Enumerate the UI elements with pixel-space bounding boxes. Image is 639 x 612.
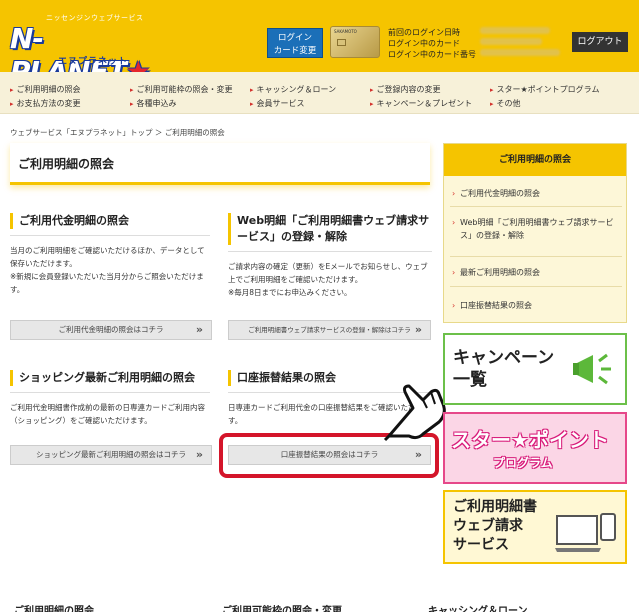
campaign-banner-text: キャンペーン 一覧	[453, 348, 555, 390]
sidebar-menu: ご利用明細の照会 ご利用代金明細の照会 Web明細「ご利用明細書ウェブ請求サービ…	[443, 143, 627, 323]
star-point-banner-title: スター★ポイント	[451, 428, 609, 452]
web-statement-banner-text: ご利用明細書 ウェブ請求 サービス	[453, 499, 537, 553]
latest-shopping-button[interactable]: ショッピング最新ご利用明細の照会はコチラ»	[10, 445, 212, 465]
section-description: 当月のご利用明細をご確認いただけるほか、データとして保存いただけます。 ※新規に…	[10, 246, 205, 294]
sidebar-item-billing-statement[interactable]: ご利用代金明細の照会	[450, 187, 622, 200]
laptop-phone-icon	[555, 513, 616, 552]
section-title: Web明細「ご利用明細書ウェブ請求サービス」の登録・解除	[228, 213, 432, 245]
card-chip-icon	[337, 39, 346, 46]
footer-link-statement[interactable]: ご利用明細の照会	[14, 602, 94, 612]
masked-login-values	[480, 27, 562, 61]
nav-item-statement[interactable]: ご利用明細の照会	[10, 84, 81, 95]
section-description: ご利用代金明細書作成前の最新の日専連カードご利用内容（ショッピング）をご確認いた…	[10, 403, 205, 425]
login-info: 前回のログイン日時 ログイン中のカード ログイン中のカード番号	[388, 27, 476, 60]
nav-item-registration[interactable]: ご登録内容の変更	[370, 84, 441, 95]
section-billing-statement: ご利用代金明細の照会 当月のご利用明細をご確認いただけるほか、データとして保存い…	[10, 213, 210, 296]
section-title: ショッピング最新ご利用明細の照会	[10, 370, 210, 386]
sidebar-item-web-statement[interactable]: Web明細「ご利用明細書ウェブ請求サービス」の登録・解除	[450, 216, 622, 242]
campaign-banner[interactable]: キャンペーン 一覧	[443, 333, 627, 405]
breadcrumb[interactable]: ウェブサービス「エヌプラネット」トップ ＞ ご利用明細の照会	[10, 127, 225, 138]
login-card-change-button[interactable]: ログイン カード変更	[267, 28, 323, 58]
web-statement-button[interactable]: ご利用明細書ウェブ請求サービスの登録・解除はコチラ»	[228, 320, 431, 340]
megaphone-icon	[573, 353, 611, 385]
double-chevron-icon: »	[195, 323, 203, 336]
page-title: ご利用明細の照会	[10, 143, 430, 185]
sidebar-item-account-transfer[interactable]: 口座振替結果の照会	[450, 299, 622, 312]
sidebar-item-latest-statement[interactable]: 最新ご利用明細の照会	[450, 266, 622, 279]
current-card-number-label: ログイン中のカード番号	[388, 50, 476, 59]
double-chevron-icon: »	[414, 323, 422, 336]
nav-item-payment-method[interactable]: お支払方法の変更	[10, 98, 81, 109]
billing-statement-button[interactable]: ご利用代金明細の照会はコチラ»	[10, 320, 212, 340]
card-brand-text: SAKAMOTO	[334, 29, 357, 34]
nav-item-other[interactable]: その他	[490, 98, 521, 109]
star-point-banner-subtitle: プログラム	[493, 456, 553, 470]
global-nav: ご利用明細の照会 ご利用可能枠の照会・変更 キャッシング＆ローン ご登録内容の変…	[0, 72, 639, 114]
section-title: ご利用代金明細の照会	[10, 213, 210, 229]
logout-button[interactable]: ログアウト	[572, 32, 628, 52]
nav-item-cashing-loan[interactable]: キャッシング＆ローン	[250, 84, 337, 95]
current-card-label: ログイン中のカード	[388, 39, 460, 48]
section-description: ご請求内容の確定（更新）をEメールでお知らせし、ウェブ上でご利用明細をご確認いた…	[228, 262, 428, 297]
nav-item-member-services[interactable]: 会員サービス	[250, 98, 305, 109]
nav-item-campaign[interactable]: キャンペーン＆プレゼント	[370, 98, 473, 109]
star-point-banner[interactable]: スター★ポイント プログラム	[443, 412, 627, 484]
last-login-label: 前回のログイン日時	[388, 28, 460, 37]
web-statement-banner[interactable]: ご利用明細書 ウェブ請求 サービス	[443, 490, 627, 564]
logo-subtitle: エヌプラネット	[58, 57, 129, 67]
nav-item-star-point[interactable]: スター★ポイントプログラム	[490, 84, 600, 95]
footer-link-credit-limit[interactable]: ご利用可能枠の照会・変更	[222, 602, 342, 612]
section-latest-shopping: ショッピング最新ご利用明細の照会 ご利用代金明細書作成前の最新の日専連カードご利…	[10, 370, 210, 427]
section-web-statement: Web明細「ご利用明細書ウェブ請求サービス」の登録・解除 ご請求内容の確定（更新…	[228, 213, 432, 299]
credit-card-image: SAKAMOTO	[330, 26, 380, 58]
n-planet-logo[interactable]: ニッセンジンウェブサービス N-PLANET★ エヌプラネット	[10, 10, 160, 88]
nav-item-credit-limit[interactable]: ご利用可能枠の照会・変更	[130, 84, 233, 95]
site-header: ニッセンジンウェブサービス N-PLANET★ エヌプラネット ログイン カード…	[0, 0, 639, 88]
nav-item-applications[interactable]: 各種申込み	[130, 98, 177, 109]
footer-link-cashing-loan[interactable]: キャッシング＆ローン	[428, 602, 528, 612]
double-chevron-icon: »	[195, 448, 203, 461]
sidebar-heading: ご利用明細の照会	[444, 144, 626, 176]
